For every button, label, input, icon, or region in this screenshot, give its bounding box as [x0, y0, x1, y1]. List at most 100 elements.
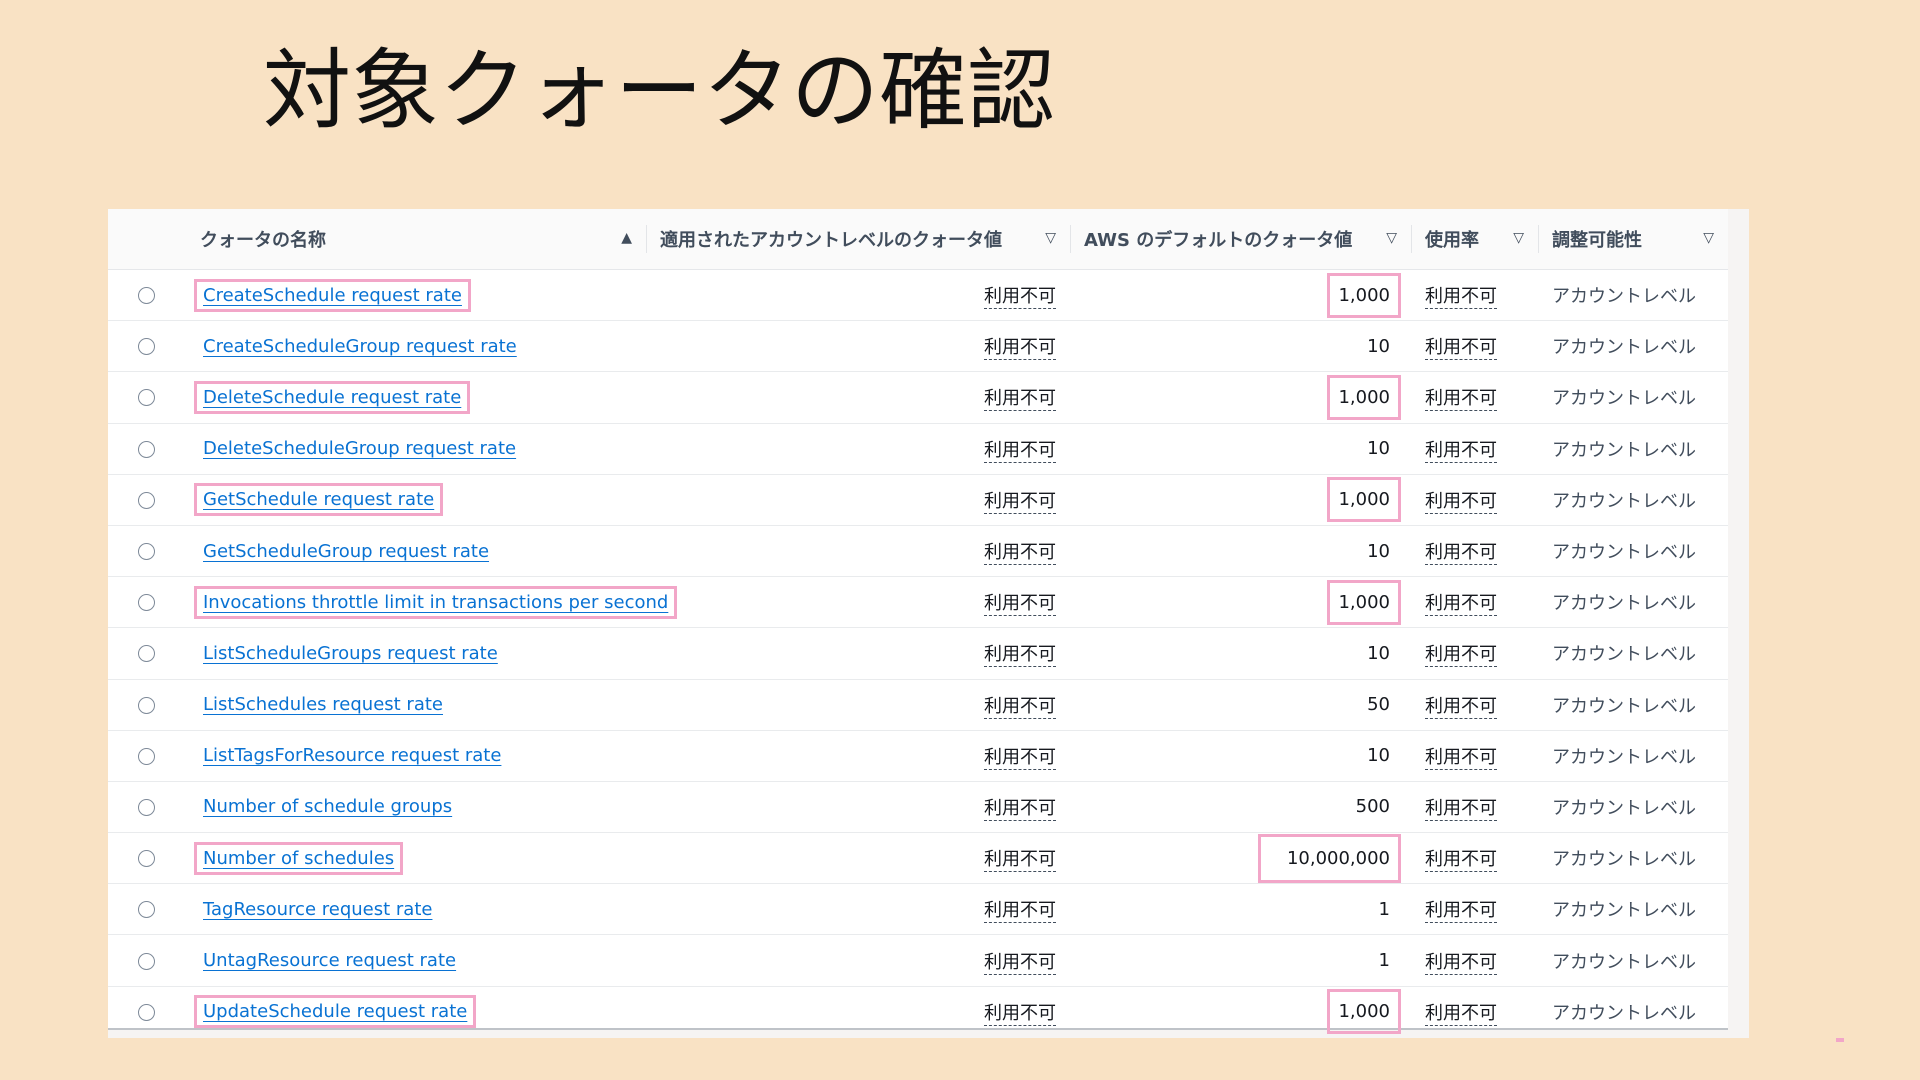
- row-radio-button[interactable]: [138, 543, 155, 561]
- table-row: UpdateSchedule request rate 利用不可 1,000 利用不可…: [108, 986, 1728, 1037]
- quota-name-link[interactable]: Invocations throttle limit in transactio…: [194, 585, 678, 619]
- account-value[interactable]: 利用不可: [984, 849, 1056, 873]
- row-radio-button[interactable]: [138, 1003, 155, 1021]
- account-value-cell: 利用不可: [646, 986, 1070, 1037]
- account-value[interactable]: 利用不可: [984, 797, 1056, 821]
- row-radio-button[interactable]: [138, 338, 155, 356]
- row-radio-button[interactable]: [138, 747, 155, 765]
- utilization-cell: 利用不可: [1411, 986, 1538, 1037]
- quota-name-link[interactable]: ListTagsForResource request rate: [194, 739, 510, 772]
- adjustability-value: アカウントレベル: [1552, 644, 1696, 666]
- adjustability-value: アカウントレベル: [1552, 286, 1696, 308]
- sort-icon[interactable]: ▽: [1386, 230, 1397, 246]
- row-radio-button[interactable]: [138, 491, 155, 509]
- utilization-value[interactable]: 利用不可: [1425, 542, 1497, 566]
- row-radio-button[interactable]: [138, 440, 155, 458]
- row-radio-button[interactable]: [138, 594, 155, 612]
- table-row: TagResource request rate 利用不可 1 利用不可 アカウントレベ…: [108, 883, 1728, 936]
- row-select-cell: [108, 423, 186, 475]
- slide-title: 対象クォータの確認: [263, 39, 1056, 142]
- adjustability-value: アカウントレベル: [1552, 593, 1696, 615]
- account-value[interactable]: 利用不可: [984, 490, 1056, 514]
- header-account-value[interactable]: 適用されたアカウントレベルのクォータ値 ▽: [646, 209, 1070, 270]
- account-value[interactable]: 利用不可: [984, 695, 1056, 719]
- row-radio-button[interactable]: [138, 850, 155, 868]
- quota-name-link[interactable]: GetScheduleGroup request rate: [194, 535, 498, 568]
- header-default-value[interactable]: AWS のデフォルトのクォータ値 ▽: [1070, 209, 1411, 270]
- row-select-cell: [108, 627, 186, 680]
- quota-name-link[interactable]: UpdateSchedule request rate: [194, 995, 477, 1029]
- account-value-cell: 利用不可: [646, 320, 1070, 373]
- account-value[interactable]: 利用不可: [984, 439, 1056, 463]
- sort-icon[interactable]: ▽: [1045, 230, 1056, 246]
- default-value-cell: 50: [1070, 679, 1411, 731]
- quota-name-link[interactable]: Number of schedules: [194, 841, 404, 875]
- utilization-value[interactable]: 利用不可: [1425, 593, 1497, 617]
- utilization-value[interactable]: 利用不可: [1425, 746, 1497, 770]
- sort-ascending-icon[interactable]: ▲: [621, 230, 632, 246]
- account-value-cell: 利用不可: [646, 576, 1070, 629]
- default-value-cell: 1,000: [1070, 474, 1411, 526]
- adjustability-value: アカウントレベル: [1552, 542, 1696, 564]
- table-row: Number of schedules 利用不可 10,000,000 利用不可 アカウ…: [108, 832, 1728, 885]
- quota-name-link[interactable]: ListScheduleGroups request rate: [194, 637, 507, 670]
- row-radio-button[interactable]: [138, 287, 155, 305]
- utilization-value[interactable]: 利用不可: [1425, 439, 1497, 463]
- quota-name-link[interactable]: TagResource request rate: [194, 893, 441, 926]
- default-value-cell: 1,000: [1070, 576, 1411, 629]
- quota-name-cell: GetScheduleGroup request rate: [186, 525, 646, 578]
- account-value[interactable]: 利用不可: [984, 746, 1056, 770]
- account-value[interactable]: 利用不可: [984, 644, 1056, 668]
- quota-name-link[interactable]: CreateSchedule request rate: [194, 278, 471, 312]
- utilization-value[interactable]: 利用不可: [1425, 388, 1497, 412]
- header-quota-name[interactable]: クォータの名称 ▲: [186, 209, 646, 270]
- row-radio-button[interactable]: [138, 901, 155, 919]
- quota-name-link[interactable]: DeleteSchedule request rate: [194, 380, 471, 414]
- row-select-cell: [108, 730, 186, 782]
- account-value[interactable]: 利用不可: [984, 337, 1056, 361]
- column-divider: [646, 225, 647, 253]
- account-value[interactable]: 利用不可: [984, 286, 1056, 310]
- account-value[interactable]: 利用不可: [984, 542, 1056, 566]
- row-radio-button[interactable]: [138, 696, 155, 714]
- utilization-value[interactable]: 利用不可: [1425, 337, 1497, 361]
- utilization-value[interactable]: 利用不可: [1425, 1002, 1497, 1026]
- quota-name-link[interactable]: ListSchedules request rate: [194, 688, 452, 721]
- header-utilization[interactable]: 使用率 ▽: [1411, 209, 1538, 270]
- quota-name-link[interactable]: DeleteScheduleGroup request rate: [194, 432, 525, 465]
- header-adjustability[interactable]: 調整可能性 ▽: [1538, 209, 1728, 270]
- utilization-value[interactable]: 利用不可: [1425, 286, 1497, 310]
- account-value[interactable]: 利用不可: [984, 900, 1056, 924]
- utilization-value[interactable]: 利用不可: [1425, 900, 1497, 924]
- quota-name-link[interactable]: CreateScheduleGroup request rate: [194, 330, 526, 363]
- row-radio-button[interactable]: [138, 798, 155, 816]
- utilization-value[interactable]: 利用不可: [1425, 695, 1497, 719]
- utilization-value[interactable]: 利用不可: [1425, 797, 1497, 821]
- account-value[interactable]: 利用不可: [984, 951, 1056, 975]
- sort-icon[interactable]: ▽: [1513, 230, 1524, 246]
- quota-name-link[interactable]: UntagResource request rate: [194, 944, 465, 977]
- quota-name-link[interactable]: GetSchedule request rate: [194, 483, 444, 517]
- utilization-value[interactable]: 利用不可: [1425, 490, 1497, 514]
- adjustability-cell: アカウントレベル: [1538, 269, 1728, 322]
- adjustability-value: アカウントレベル: [1552, 951, 1696, 973]
- account-value[interactable]: 利用不可: [984, 388, 1056, 412]
- utilization-value[interactable]: 利用不可: [1425, 849, 1497, 873]
- row-radio-button[interactable]: [138, 952, 155, 970]
- row-radio-button[interactable]: [138, 645, 155, 663]
- row-radio-button[interactable]: [138, 389, 155, 407]
- utilization-value[interactable]: 利用不可: [1425, 951, 1497, 975]
- utilization-cell: 利用不可: [1411, 934, 1538, 987]
- adjustability-cell: アカウントレベル: [1538, 832, 1728, 885]
- quota-name-cell: Number of schedules: [186, 832, 646, 885]
- default-value-cell: 500: [1070, 781, 1411, 834]
- default-value: 10: [1367, 745, 1390, 767]
- utilization-cell: 利用不可: [1411, 525, 1538, 578]
- row-select-cell: [108, 934, 186, 987]
- account-value[interactable]: 利用不可: [984, 593, 1056, 617]
- utilization-value[interactable]: 利用不可: [1425, 644, 1497, 668]
- sort-icon[interactable]: ▽: [1703, 230, 1714, 246]
- quota-name-link[interactable]: Number of schedule groups: [194, 790, 461, 823]
- account-value-cell: 利用不可: [646, 474, 1070, 526]
- account-value[interactable]: 利用不可: [984, 1002, 1056, 1026]
